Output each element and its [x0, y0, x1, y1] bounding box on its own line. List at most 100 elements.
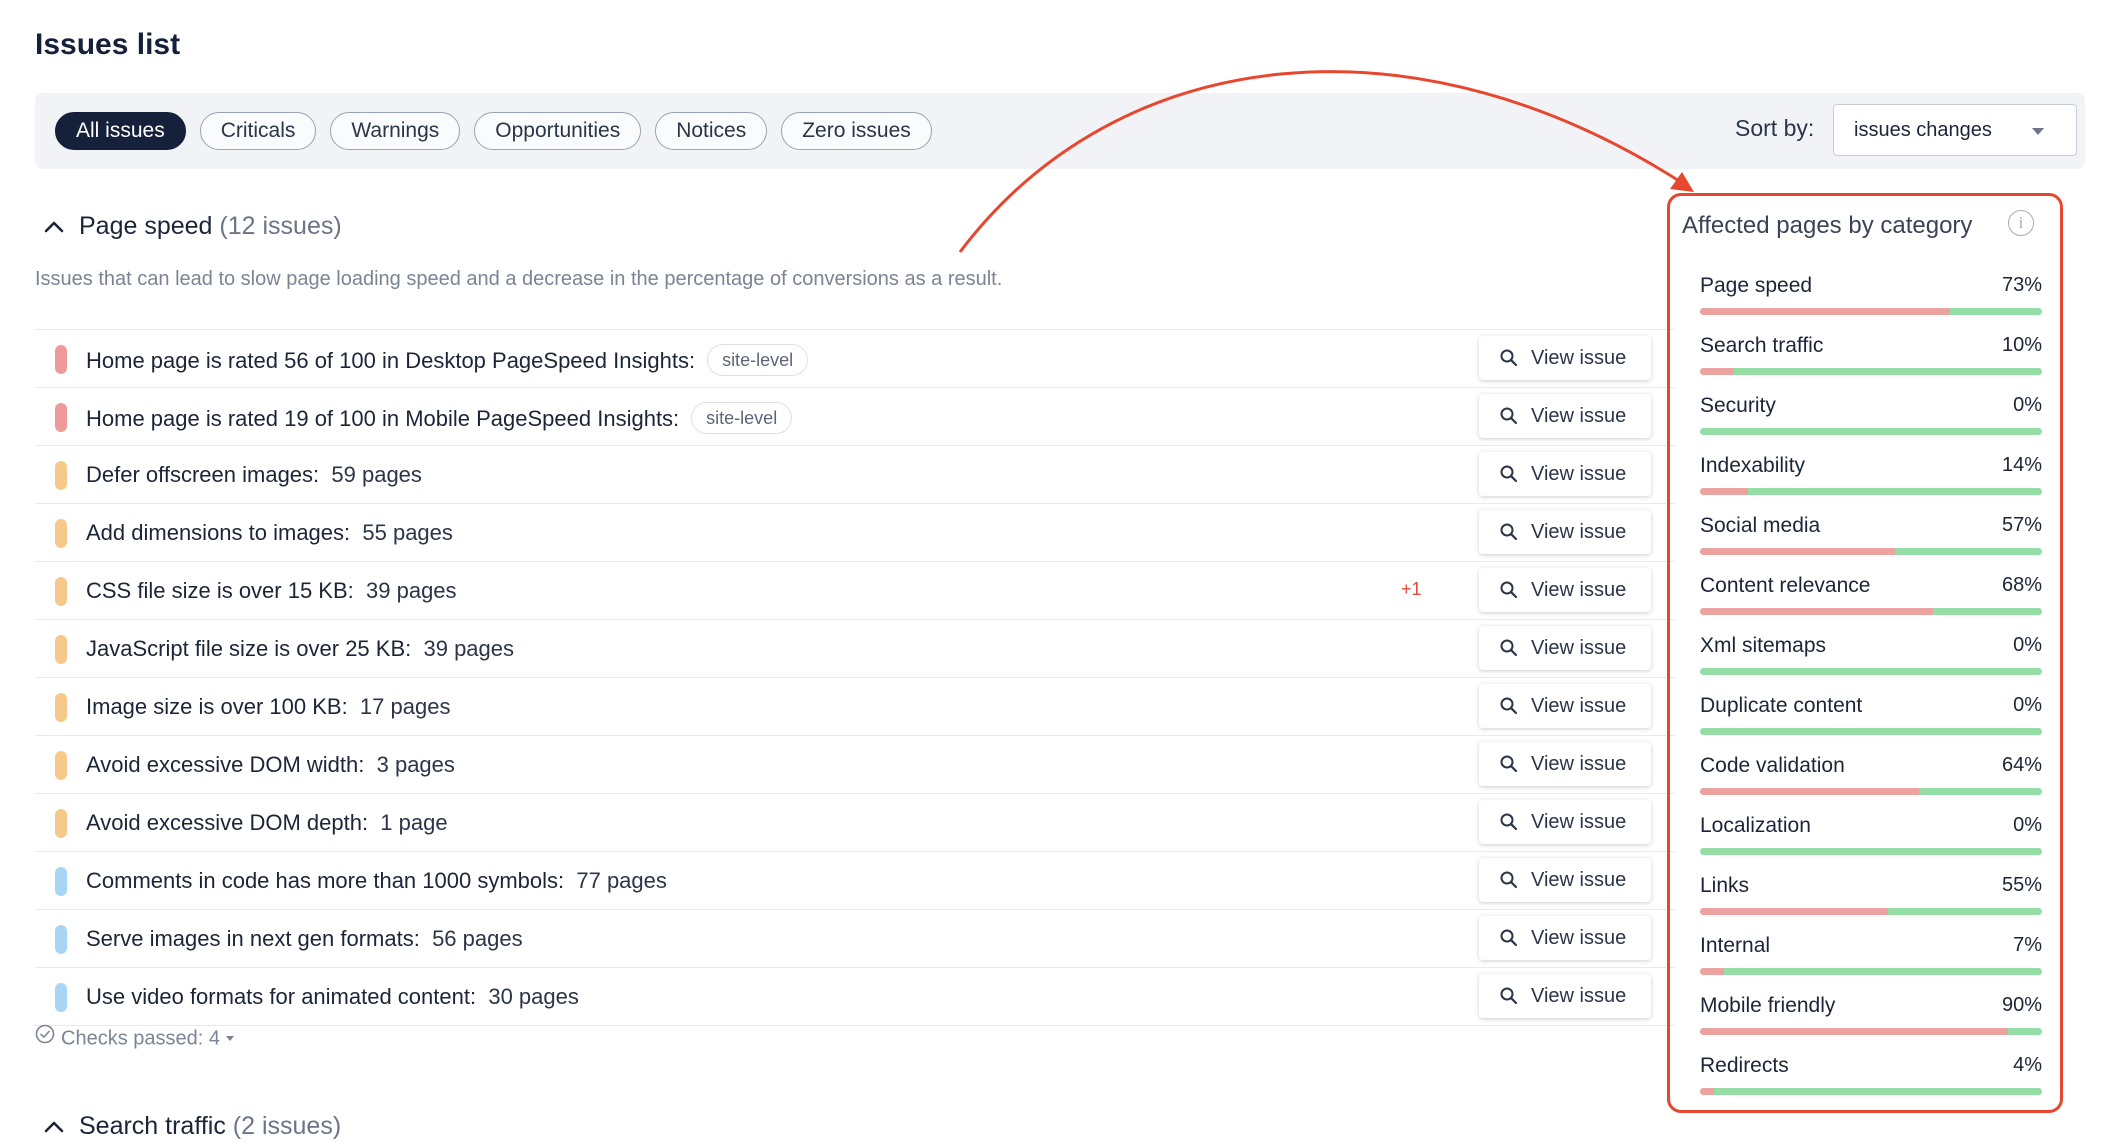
view-issue-button[interactable]: View issue — [1479, 336, 1651, 380]
issue-pages-count[interactable]: 56 pages — [432, 926, 523, 951]
issue-text: Avoid excessive DOM width: 3 pages — [86, 752, 455, 778]
issue-row[interactable]: CSS file size is over 15 KB: 39 pages +1 V… — [35, 562, 1675, 620]
view-issue-button[interactable]: View issue — [1479, 684, 1651, 728]
category-progress-bar — [1700, 488, 2042, 495]
view-issue-button[interactable]: View issue — [1479, 742, 1651, 786]
issue-text: Home page is rated 56 of 100 in Desktop … — [86, 344, 809, 378]
category-percent: 90% — [2001, 994, 2042, 1016]
issue-row[interactable]: JavaScript file size is over 25 KB: 39 p… — [35, 620, 1675, 678]
category-row[interactable]: Duplicate content 0% — [1700, 694, 2042, 754]
issue-row[interactable]: Serve images in next gen formats: 56 pag… — [35, 910, 1675, 968]
category-name: Social media — [1700, 514, 1821, 537]
view-issue-button[interactable]: View issue — [1479, 800, 1651, 844]
issue-row[interactable]: Add dimensions to images: 55 pages View i… — [35, 504, 1675, 562]
severity-indicator — [55, 403, 67, 432]
search-icon — [1499, 754, 1519, 780]
section-header[interactable]: Page speed (12 issues) — [43, 212, 342, 241]
view-issue-button[interactable]: View issue — [1479, 394, 1651, 438]
category-row[interactable]: Internal 7% — [1700, 934, 2042, 994]
filter-all-issues[interactable]: All issues — [55, 112, 186, 150]
issue-pages-count[interactable]: 55 pages — [362, 520, 453, 545]
chevron-up-icon — [43, 1112, 69, 1141]
next-section-header[interactable]: Search traffic (2 issues) — [43, 1112, 341, 1141]
issue-row[interactable]: Use video formats for animated content: … — [35, 968, 1675, 1026]
category-row[interactable]: Code validation 64% — [1700, 754, 2042, 814]
severity-indicator — [55, 751, 67, 780]
filter-notices[interactable]: Notices — [655, 112, 768, 150]
category-percent: 0% — [2013, 694, 2042, 716]
view-issue-button[interactable]: View issue — [1479, 510, 1651, 554]
severity-indicator — [55, 345, 67, 374]
issue-text: Avoid excessive DOM depth: 1 page — [86, 810, 448, 836]
issue-row[interactable]: Avoid excessive DOM width: 3 pages View i… — [35, 736, 1675, 794]
search-icon — [1499, 928, 1519, 954]
category-name: Search traffic — [1700, 334, 1824, 357]
issue-pages-count[interactable]: 77 pages — [576, 868, 667, 893]
page-title: Issues list — [35, 28, 181, 61]
filter-opportunities[interactable]: Opportunities — [474, 112, 642, 150]
info-icon[interactable]: i — [2008, 210, 2034, 236]
issue-pages-count[interactable]: 39 pages — [423, 636, 514, 661]
view-issue-button[interactable]: View issue — [1479, 858, 1651, 902]
issue-change-badge: +1 — [1401, 579, 1422, 599]
severity-indicator — [55, 867, 67, 896]
issue-pages-count[interactable]: 59 pages — [331, 462, 422, 487]
category-percent: 55% — [2001, 874, 2042, 896]
category-row[interactable]: Security 0% — [1700, 394, 2042, 454]
category-row[interactable]: Redirects 4% — [1700, 1054, 2042, 1114]
severity-indicator — [55, 693, 67, 722]
category-row[interactable]: Xml sitemaps 0% — [1700, 634, 2042, 694]
issue-row[interactable]: Comments in code has more than 1000 symb… — [35, 852, 1675, 910]
check-circle-icon — [35, 1024, 55, 1050]
issue-row[interactable]: Image size is over 100 KB: 17 pages View … — [35, 678, 1675, 736]
issues-list: Home page is rated 56 of 100 in Desktop … — [35, 329, 1675, 1026]
category-name: Localization — [1700, 814, 1811, 837]
issue-row[interactable]: Defer offscreen images: 59 pages View iss… — [35, 446, 1675, 504]
issue-pages-count[interactable]: 17 pages — [360, 694, 451, 719]
view-issue-button[interactable]: View issue — [1479, 568, 1651, 612]
category-progress-fill — [1700, 548, 1895, 555]
filter-zero-issues[interactable]: Zero issues — [781, 112, 932, 150]
issue-pages-count[interactable]: 1 page — [380, 810, 447, 835]
issue-pages-count[interactable]: 39 pages — [366, 578, 457, 603]
category-row[interactable]: Social media 57% — [1700, 514, 2042, 574]
category-progress-fill — [1700, 608, 1933, 615]
category-row[interactable]: Localization 0% — [1700, 814, 2042, 874]
category-row[interactable]: Links 55% — [1700, 874, 2042, 934]
view-issue-button[interactable]: View issue — [1479, 974, 1651, 1018]
sort-select[interactable]: issues changes — [1833, 104, 2077, 156]
category-progress-bar — [1700, 428, 2042, 435]
issue-text: JavaScript file size is over 25 KB: 39 p… — [86, 636, 514, 662]
category-progress-fill — [1700, 368, 1735, 375]
view-issue-label: View issue — [1531, 869, 1627, 891]
category-row[interactable]: Indexability 14% — [1700, 454, 2042, 514]
search-icon — [1499, 638, 1519, 664]
issue-title: Home page is rated 19 of 100 in Mobile P… — [86, 405, 680, 431]
issue-row[interactable]: Home page is rated 56 of 100 in Desktop … — [35, 329, 1675, 388]
chevron-down-icon — [2032, 128, 2044, 135]
checks-passed[interactable]: Checks passed: 4 — [35, 1024, 234, 1052]
filter-warnings[interactable]: Warnings — [330, 112, 461, 150]
checks-passed-label: Checks passed: 4 — [61, 1027, 220, 1050]
category-row[interactable]: Search traffic 10% — [1700, 334, 2042, 394]
category-name: Duplicate content — [1700, 694, 1863, 717]
category-progress-bar — [1700, 908, 2042, 915]
category-progress-bar — [1700, 728, 2042, 735]
issue-pages-count[interactable]: 3 pages — [377, 752, 455, 777]
view-issue-button[interactable]: View issue — [1479, 626, 1651, 670]
view-issue-button[interactable]: View issue — [1479, 916, 1651, 960]
category-row[interactable]: Page speed 73% — [1700, 274, 2042, 334]
category-row[interactable]: Mobile friendly 90% — [1700, 994, 2042, 1054]
filter-criticals[interactable]: Criticals — [199, 112, 317, 150]
view-issue-label: View issue — [1531, 695, 1627, 717]
issue-text: Use video formats for animated content: … — [86, 984, 579, 1010]
category-row[interactable]: Content relevance 68% — [1700, 574, 2042, 634]
view-issue-button[interactable]: View issue — [1479, 452, 1651, 496]
site-level-badge: site-level — [691, 402, 793, 434]
issue-text: Image size is over 100 KB: 17 pages — [86, 694, 450, 720]
category-percent: 4% — [2013, 1054, 2042, 1076]
issue-pages-count[interactable]: 30 pages — [488, 984, 579, 1009]
issue-row[interactable]: Avoid excessive DOM depth: 1 page View is… — [35, 794, 1675, 852]
issue-row[interactable]: Home page is rated 19 of 100 in Mobile P… — [35, 388, 1675, 446]
category-name: Links — [1700, 874, 1750, 897]
